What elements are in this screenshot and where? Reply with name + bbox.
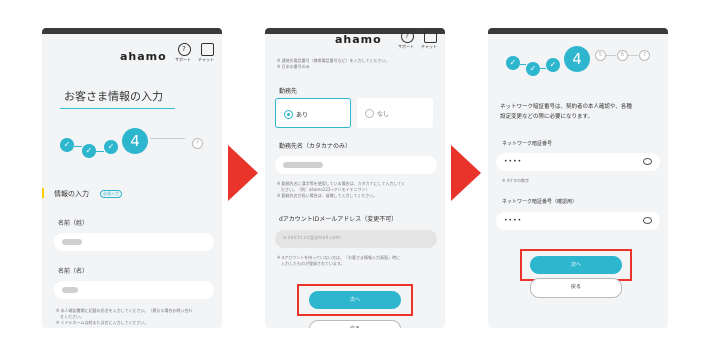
email-note: 入力したものが登録されています。 — [277, 261, 345, 266]
chat-label: チャット — [421, 44, 437, 49]
first-name-input[interactable] — [54, 281, 214, 299]
pin-confirm-value: •••• — [504, 217, 523, 224]
chat-button[interactable]: チャット — [421, 30, 437, 50]
step-connector — [606, 55, 616, 56]
phone-note: ※ 日本の番号のみ — [277, 64, 310, 69]
pin-description: 設定変更などの際に必要になります。 — [500, 114, 593, 120]
step-3-done: ✓ — [104, 140, 118, 154]
chat-bubble-icon — [423, 30, 437, 43]
ahamo-logo: ahamo — [120, 50, 167, 63]
workplace-label: 勤務先 — [279, 88, 298, 95]
next-button[interactable]: 次へ — [530, 256, 622, 274]
workplace-kana-input[interactable] — [275, 156, 437, 174]
step-future-7: 7 — [639, 50, 650, 61]
step-3-done: ✓ — [546, 58, 560, 72]
kana-note: ※ 勤務先名が長い場合は、省略して入力してください。 — [277, 193, 378, 198]
title-underline — [60, 108, 175, 109]
step-1-done: ✓ — [60, 138, 74, 152]
step-2-done: ✓ — [526, 62, 540, 76]
screen-2-workplace-info: ahamo ? サポート チャット ※ 連絡先電話番号（携帯電話番号など）を入力… — [265, 28, 445, 328]
chat-button[interactable]: チャット — [198, 43, 214, 63]
step-future: ? — [192, 138, 203, 149]
eye-icon[interactable] — [643, 158, 652, 165]
support-button[interactable]: ? サポート — [175, 43, 191, 63]
redacted-value — [62, 239, 82, 245]
first-name-label: 名前（名） — [58, 268, 89, 275]
redacted-value — [62, 287, 78, 293]
support-label: サポート — [175, 57, 191, 62]
section-title: 情報の入力 — [54, 190, 89, 198]
step-2-done: ✓ — [82, 144, 96, 158]
step-future-6: 6 — [617, 50, 628, 61]
last-name-label: 名前（姓） — [58, 220, 89, 227]
workplace-yes-option[interactable]: あり — [275, 98, 351, 128]
support-label: サポート — [398, 44, 414, 49]
current-step: 4 — [122, 128, 148, 154]
option-no-label: なし — [377, 111, 390, 118]
email-label: dアカウントIDメールアドレス（変更不可） — [279, 216, 398, 223]
eye-icon[interactable] — [643, 217, 652, 224]
email-field: a.xxichi.cc@gmail.com — [275, 230, 437, 248]
pin-description: ネットワーク暗証番号は、契約者の本人確認や、各種 — [500, 104, 632, 110]
question-icon: ? — [400, 30, 414, 43]
pin-note: ※ 4ケタの数字 — [502, 178, 530, 183]
top-bar — [42, 28, 222, 34]
pin-label: ネットワーク暗証番号 — [502, 141, 553, 147]
pin-input[interactable]: •••• — [496, 153, 660, 171]
back-button[interactable]: 戻る — [309, 320, 401, 328]
flow-arrow-2 — [451, 145, 481, 201]
next-button[interactable]: 次へ — [309, 291, 401, 309]
required-badge: 必須入力 — [100, 190, 122, 198]
last-name-input[interactable] — [54, 233, 214, 251]
radio-selected — [284, 110, 293, 119]
step-connector — [628, 55, 638, 56]
workplace-no-option[interactable]: なし — [357, 98, 433, 128]
support-button[interactable]: ? サポート — [398, 30, 414, 50]
chat-label: チャット — [198, 57, 214, 62]
ahamo-logo: ahamo — [335, 33, 382, 46]
step-1-done: ✓ — [506, 56, 520, 70]
current-step: 4 — [564, 46, 590, 72]
workplace-kana-label: 勤務先名（カタカナのみ） — [279, 143, 352, 150]
screen-3-network-pin: ✓ ✓ ✓ 4 5 6 7 ネットワーク暗証番号は、契約者の本人確認や、各種 設… — [488, 28, 668, 328]
pin-confirm-input[interactable]: •••• — [496, 212, 660, 230]
section-marker — [42, 188, 44, 198]
screen-1-customer-info: ahamo ? サポート チャット お客さま情報の入力 ✓ ✓ ✓ 4 ? 情報… — [42, 28, 222, 328]
pin-confirm-label: ネットワーク暗証番号（確認用） — [502, 199, 578, 205]
option-yes-label: あり — [296, 112, 309, 119]
step-connector — [96, 151, 104, 152]
page-title: お客さま情報の入力 — [64, 90, 163, 103]
pin-value: •••• — [504, 158, 523, 165]
back-button[interactable]: 戻る — [530, 278, 622, 298]
chat-bubble-icon — [200, 43, 214, 56]
redacted-value — [283, 162, 323, 168]
radio-unselected — [365, 109, 374, 118]
step-connector — [520, 64, 526, 65]
top-bar — [488, 28, 668, 34]
step-future-5: 5 — [595, 50, 606, 61]
flow-arrow-1 — [228, 145, 258, 201]
step-connector — [74, 146, 82, 147]
email-value: a.xxichi.cc@gmail.com — [283, 235, 341, 241]
step-connector — [540, 68, 546, 69]
step-connector — [150, 138, 185, 139]
name-note: ※ ミドルネームは姓または名に入力してください。 — [56, 320, 149, 325]
question-icon: ? — [177, 43, 191, 56]
